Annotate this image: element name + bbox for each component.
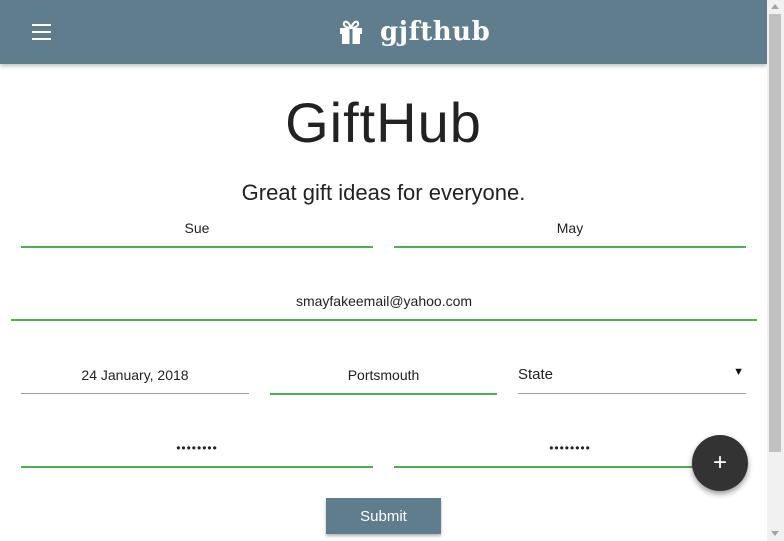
- last-name-input[interactable]: [394, 210, 746, 246]
- date-field[interactable]: [21, 357, 249, 394]
- submit-button[interactable]: Submit: [326, 498, 441, 534]
- brand-name: gjfthub: [380, 17, 491, 47]
- last-name-field[interactable]: [394, 210, 746, 248]
- dropdown-arrow-icon: ▼: [733, 366, 744, 378]
- password-field[interactable]: [21, 430, 373, 468]
- password-input[interactable]: [21, 430, 373, 466]
- scroll-up-arrow-icon[interactable]: [771, 4, 779, 9]
- email-input[interactable]: [11, 283, 757, 319]
- scroll-down-arrow-icon[interactable]: [771, 531, 779, 536]
- email-field[interactable]: [11, 283, 757, 321]
- brand-logo[interactable]: gjfthub: [338, 14, 490, 50]
- first-name-field[interactable]: [21, 210, 373, 248]
- first-name-input[interactable]: [21, 210, 373, 246]
- state-select-value: State: [518, 366, 554, 383]
- page-title: GiftHub: [285, 91, 482, 154]
- scrollbar-thumb[interactable]: [769, 14, 781, 452]
- state-select[interactable]: State ▼: [518, 357, 746, 394]
- top-app-bar: gjfthub: [0, 0, 767, 64]
- city-field[interactable]: [270, 357, 497, 395]
- page-subtitle: Great gift ideas for everyone.: [241, 180, 526, 205]
- menu-icon[interactable]: [32, 24, 51, 40]
- plus-icon: +: [712, 449, 727, 476]
- gift-icon: [340, 20, 362, 44]
- add-floating-action-button[interactable]: +: [692, 435, 748, 491]
- date-input[interactable]: [21, 357, 249, 393]
- vertical-scrollbar[interactable]: [767, 0, 784, 541]
- city-input[interactable]: [270, 357, 497, 393]
